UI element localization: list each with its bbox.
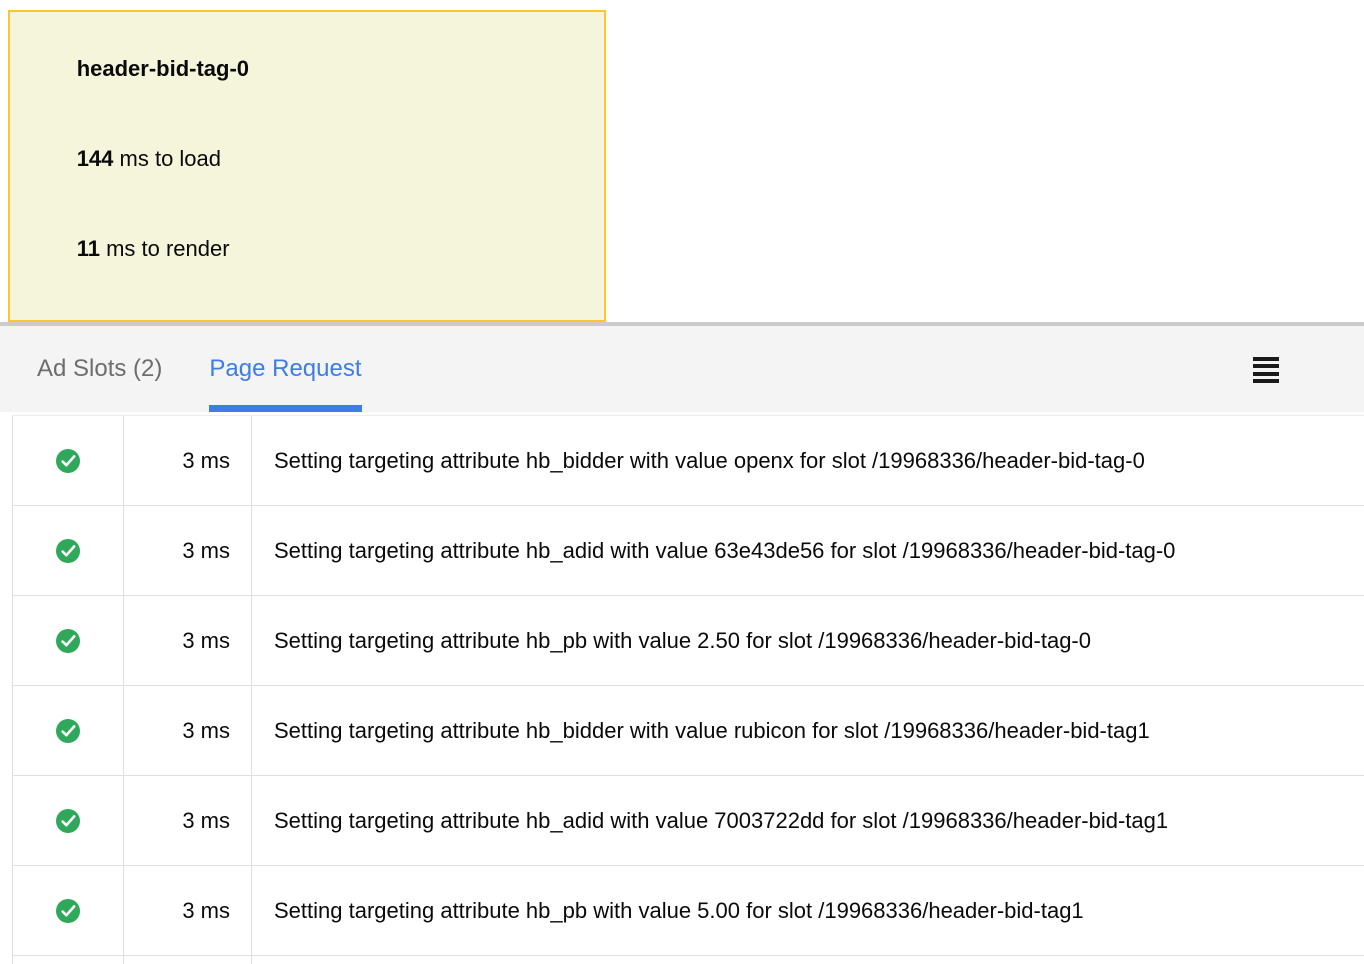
log-row-status-cell	[13, 956, 124, 964]
tab-page-request[interactable]: Page Request	[209, 326, 361, 412]
load-time-line: 144 ms to load	[40, 114, 574, 204]
log-row-status-cell	[13, 416, 124, 505]
console-tab-bar: Ad Slots (2) Page Request	[0, 326, 1364, 412]
log-row-message: Setting targeting attribute hb_bidder wi…	[252, 416, 1364, 505]
page-request-log-table: 3 ms Setting targeting attribute hb_bidd…	[12, 415, 1364, 964]
render-time-value: 11	[77, 236, 100, 261]
slot-info-overlay: header-bid-tag-0 144 ms to load 11 ms to…	[8, 10, 606, 322]
log-row-message: Setting targeting attribute hb_pb with v…	[252, 866, 1364, 955]
log-row: 3 ms Setting targeting attribute hb_pb w…	[13, 866, 1364, 956]
slot-name: header-bid-tag-0	[40, 24, 574, 114]
tab-ad-slots[interactable]: Ad Slots (2)	[37, 326, 162, 412]
list-line	[1253, 357, 1279, 361]
log-row-message: Setting targeting attribute hb_adid with…	[252, 506, 1364, 595]
log-row-time	[124, 956, 252, 964]
render-time-line: 11 ms to render	[40, 204, 574, 294]
log-row-status-cell	[13, 596, 124, 685]
log-row: 3 ms Setting targeting attribute hb_adid…	[13, 506, 1364, 596]
check-circle-icon	[56, 449, 80, 473]
publisher-console: header-bid-tag-0 144 ms to load 11 ms to…	[0, 0, 1364, 964]
log-row-message	[252, 956, 1364, 964]
log-row-message: Setting targeting attribute hb_adid with…	[252, 776, 1364, 865]
log-row	[13, 956, 1364, 964]
load-time-value: 144	[77, 146, 114, 171]
render-time-label: ms to render	[100, 236, 230, 261]
log-row: 3 ms Setting targeting attribute hb_bidd…	[13, 686, 1364, 776]
log-row-status-cell	[13, 686, 124, 775]
log-body: 3 ms Setting targeting attribute hb_bidd…	[13, 416, 1364, 964]
log-row-message: Setting targeting attribute hb_bidder wi…	[252, 686, 1364, 775]
load-time-label: ms to load	[113, 146, 221, 171]
log-row-time: 3 ms	[124, 506, 252, 595]
log-row: 3 ms Setting targeting attribute hb_bidd…	[13, 416, 1364, 506]
list-line	[1253, 364, 1279, 368]
check-circle-icon	[56, 899, 80, 923]
log-row-time: 3 ms	[124, 416, 252, 505]
log-row-status-cell	[13, 506, 124, 595]
log-row-time: 3 ms	[124, 596, 252, 685]
slot-name-text: header-bid-tag-0	[77, 56, 249, 81]
log-row-time: 3 ms	[124, 776, 252, 865]
log-row: 3 ms Setting targeting attribute hb_pb w…	[13, 596, 1364, 686]
log-row-message: Setting targeting attribute hb_pb with v…	[252, 596, 1364, 685]
list-lines-icon[interactable]	[1253, 357, 1279, 383]
log-row-time: 3 ms	[124, 866, 252, 955]
tab-page-request-label: Page Request	[209, 355, 361, 383]
check-circle-icon	[56, 629, 80, 653]
check-circle-icon	[56, 539, 80, 563]
log-row-status-cell	[13, 866, 124, 955]
log-row: 3 ms Setting targeting attribute hb_adid…	[13, 776, 1364, 866]
check-circle-icon	[56, 809, 80, 833]
tab-ad-slots-label: Ad Slots (2)	[37, 355, 162, 383]
log-row-time: 3 ms	[124, 686, 252, 775]
check-circle-icon	[56, 719, 80, 743]
log-row-status-cell	[13, 776, 124, 865]
list-line	[1253, 372, 1279, 376]
list-line	[1253, 379, 1279, 383]
